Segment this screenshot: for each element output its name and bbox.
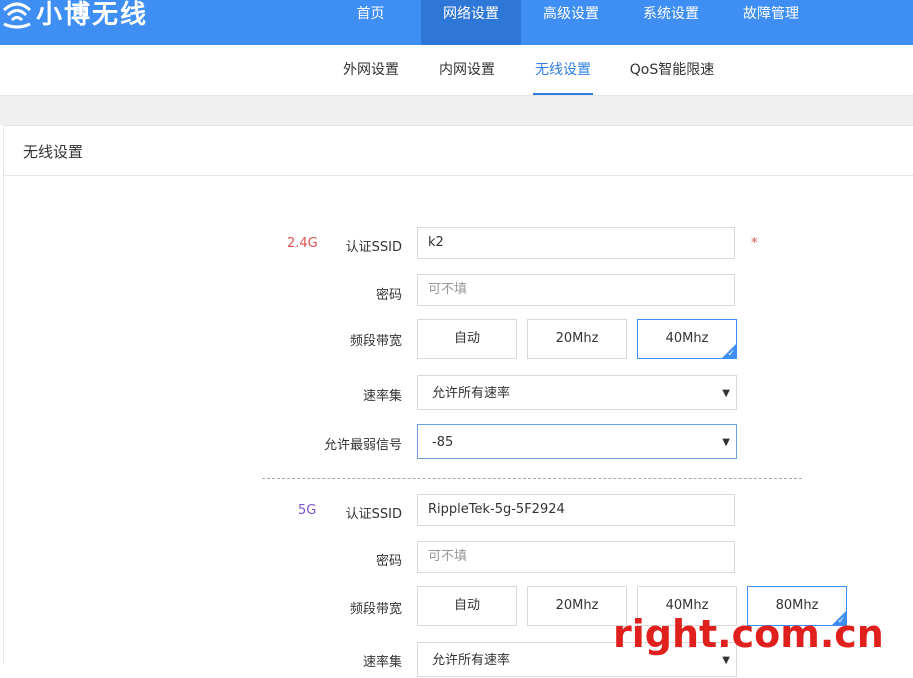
check-icon: ✓ — [727, 349, 735, 359]
password-input-5g[interactable]: 可不填 — [417, 541, 735, 573]
section-divider — [262, 478, 802, 479]
ssid-input-2-4g[interactable]: k2 — [417, 227, 735, 259]
bandwidth-option-40mhz-2-4g[interactable]: 40Mhz ✓ — [637, 319, 737, 359]
ssid-input-5g[interactable]: RippleTek-5g-5F2924 — [417, 494, 735, 526]
panel-title: 无线设置 — [4, 126, 913, 176]
tab-lan-settings[interactable]: 内网设置 — [436, 45, 498, 95]
watermark: right.com.cn — [613, 612, 884, 656]
signal-label-2-4g: 允许最弱信号 — [323, 438, 402, 453]
chevron-down-icon: ▼ — [722, 388, 730, 399]
required-mark: * — [751, 236, 758, 251]
bandwidth-option-label: 80Mhz — [775, 598, 819, 613]
brand-name: 小博无线 — [36, 0, 149, 30]
nav-advanced-settings[interactable]: 高级设置 — [521, 0, 621, 45]
tab-wireless-settings[interactable]: 无线设置 — [533, 45, 593, 95]
ssid-label-2-4g: 认证SSID — [345, 240, 402, 255]
password-label-2-4g: 密码 — [375, 288, 402, 303]
content-spacer — [0, 96, 913, 125]
rate-select-2-4g[interactable]: 允许所有速率 ▼ — [417, 375, 737, 410]
password-label-5g: 密码 — [375, 554, 402, 569]
rate-select-value: 允许所有速率 — [432, 653, 511, 668]
bandwidth-option-auto-5g[interactable]: 自动 — [417, 586, 517, 626]
brand-logo[interactable]: 小博无线 — [0, 0, 148, 30]
rate-label-2-4g: 速率集 — [362, 389, 402, 404]
signal-select-value: -85 — [432, 435, 454, 450]
nav-home[interactable]: 首页 — [333, 0, 408, 45]
wifi-logo-icon — [0, 0, 34, 30]
sub-nav-bar: 外网设置 内网设置 无线设置 QoS智能限速 — [0, 45, 913, 96]
password-input-2-4g[interactable]: 可不填 — [417, 274, 735, 306]
nav-system-settings[interactable]: 系统设置 — [621, 0, 721, 45]
rate-label-5g: 速率集 — [362, 655, 402, 670]
bandwidth-option-20mhz-5g[interactable]: 20Mhz — [527, 586, 627, 626]
tab-wan-settings[interactable]: 外网设置 — [340, 45, 402, 95]
tab-qos[interactable]: QoS智能限速 — [627, 45, 717, 95]
ssid-label-5g: 认证SSID — [345, 507, 402, 522]
nav-network-settings[interactable]: 网络设置 — [421, 0, 521, 45]
rate-select-value: 允许所有速率 — [432, 386, 511, 401]
bandwidth-label-5g: 频段带宽 — [349, 602, 402, 617]
signal-select-2-4g[interactable]: -85 ▼ — [417, 424, 737, 459]
bandwidth-label-2-4g: 频段带宽 — [349, 334, 402, 349]
chevron-down-icon: ▼ — [722, 437, 730, 448]
nav-fault-management[interactable]: 故障管理 — [721, 0, 821, 45]
bandwidth-option-auto-2-4g[interactable]: 自动 — [417, 319, 517, 359]
bandwidth-option-20mhz-2-4g[interactable]: 20Mhz — [527, 319, 627, 359]
bandwidth-option-label: 40Mhz — [665, 331, 709, 346]
top-nav-bar: 小博无线 首页 网络设置 高级设置 系统设置 故障管理 — [0, 0, 913, 45]
